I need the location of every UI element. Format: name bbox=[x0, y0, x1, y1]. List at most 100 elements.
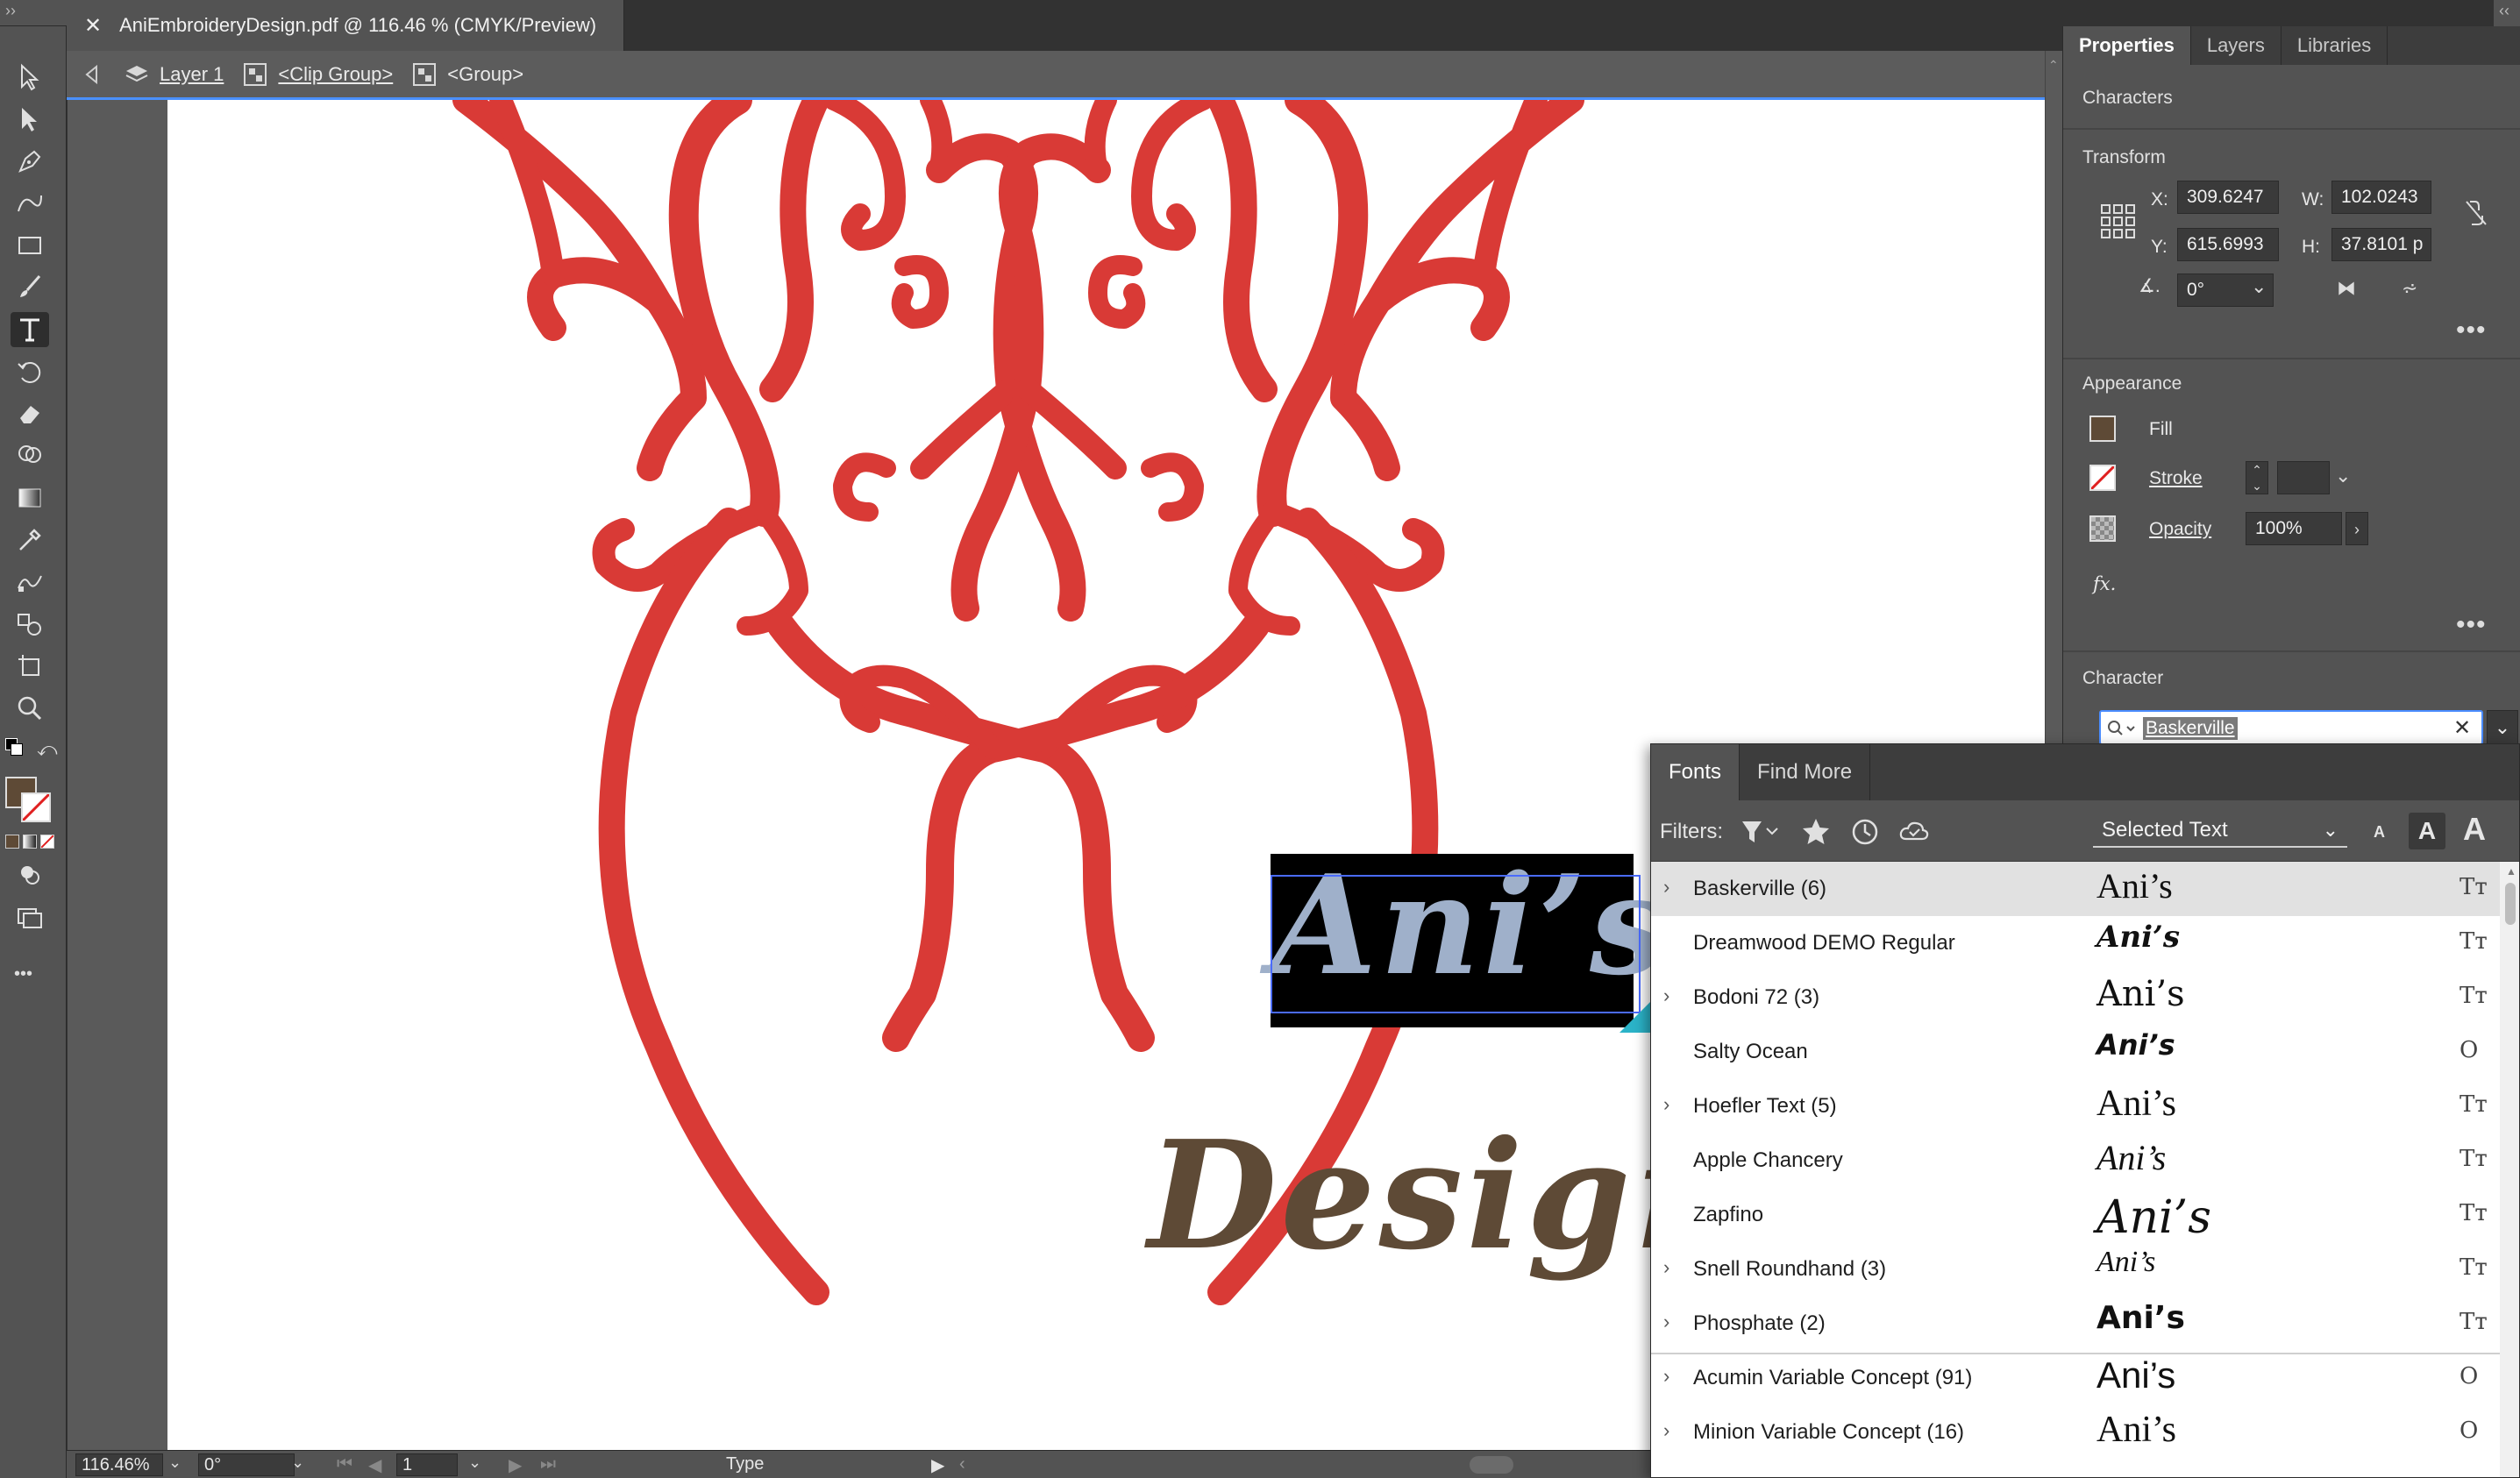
breadcrumb-layer[interactable]: Layer 1 bbox=[125, 62, 224, 87]
font-list-item[interactable]: › Phosphate (2) Ani’s Tт bbox=[1651, 1297, 2500, 1351]
constrain-proportions-link-icon[interactable] bbox=[2463, 198, 2489, 228]
reference-point-icon[interactable] bbox=[2100, 203, 2135, 238]
font-list-item[interactable]: › Hoefler Text (5) Ani’s Tт bbox=[1651, 1079, 2500, 1133]
filter-classification-icon[interactable] bbox=[1739, 816, 1783, 848]
stroke-color-swatch[interactable] bbox=[2089, 465, 2116, 491]
toolbar-collapse-button[interactable]: ›› bbox=[0, 0, 67, 26]
color-mode-buttons[interactable] bbox=[5, 835, 58, 850]
recently-added-clock-icon[interactable] bbox=[1849, 816, 1881, 848]
tab-layers[interactable]: Layers bbox=[2191, 26, 2282, 65]
font-list-item[interactable]: Dreamwood DEMO Regular Ani’s Tт bbox=[1651, 916, 2500, 970]
fill-color-swatch[interactable] bbox=[2089, 416, 2116, 442]
first-artboard-icon[interactable]: ⏮ bbox=[337, 1454, 352, 1474]
tab-fonts[interactable]: Fonts bbox=[1651, 744, 1741, 800]
rectangle-tool[interactable] bbox=[11, 228, 49, 263]
previous-artboard-icon[interactable]: ◀ bbox=[368, 1454, 381, 1476]
sample-size-large-icon[interactable]: A bbox=[2463, 811, 2486, 848]
default-colors-icon[interactable] bbox=[5, 738, 30, 763]
breadcrumb-clip-group[interactable]: <Clip Group> bbox=[243, 62, 393, 87]
opacity-field[interactable]: 100% bbox=[2246, 512, 2342, 545]
edit-toolbar-more-icon[interactable]: ••• bbox=[14, 964, 32, 984]
expand-chevron-icon[interactable]: › bbox=[1663, 1311, 1669, 1333]
font-list-scrollbar[interactable]: ▲ bbox=[2500, 862, 2519, 1477]
close-tab-icon[interactable]: ✕ bbox=[84, 13, 102, 39]
curvature-tool[interactable] bbox=[11, 186, 49, 221]
opacity-expand-icon[interactable]: › bbox=[2346, 512, 2368, 545]
tab-find-more[interactable]: Find More bbox=[1740, 744, 1871, 800]
font-list-dropdown-button[interactable]: ⌄ bbox=[2487, 710, 2518, 745]
clear-search-icon[interactable]: ✕ bbox=[2453, 715, 2471, 741]
transform-more-options-icon[interactable]: ••• bbox=[2456, 316, 2487, 345]
last-artboard-icon[interactable]: ⏭ bbox=[540, 1454, 556, 1474]
paintbrush-tool[interactable] bbox=[11, 270, 49, 305]
height-field[interactable]: 37.8101 p bbox=[2331, 228, 2431, 261]
y-position-field[interactable]: 615.6993 bbox=[2177, 228, 2279, 261]
font-list-item[interactable]: Apple Chancery Ani’s Tт bbox=[1651, 1133, 2500, 1188]
document-tab[interactable]: ✕ AniEmbroideryDesign.pdf @ 116.46 % (CM… bbox=[67, 0, 624, 51]
effects-fx-button[interactable]: fx. bbox=[2093, 573, 2116, 594]
flip-horizontal-icon[interactable]: ⧓ bbox=[2337, 277, 2356, 300]
scroll-thumb[interactable] bbox=[2505, 883, 2516, 925]
zoom-level-field[interactable]: 116.46% bbox=[75, 1453, 163, 1476]
artboard-tool[interactable] bbox=[11, 649, 49, 684]
favorites-star-icon[interactable] bbox=[1800, 816, 1832, 848]
stroke-weight-stepper[interactable]: ⌃ ⌄ bbox=[2246, 461, 2268, 494]
font-list-item[interactable]: › Acumin Variable Concept (91) Ani’s O bbox=[1651, 1351, 2500, 1405]
font-list-item[interactable]: › Baskerville (6) Ani’s Tт bbox=[1651, 862, 2500, 916]
font-list-item[interactable]: › Snell Roundhand (3) Ani’s Tт bbox=[1651, 1242, 2500, 1297]
artboard-dropdown-icon[interactable]: ⌄ bbox=[468, 1453, 481, 1472]
eyedropper-tool[interactable] bbox=[11, 522, 49, 558]
width-field[interactable]: 102.0243 bbox=[2331, 181, 2431, 214]
opacity-label[interactable]: Opacity bbox=[2149, 519, 2211, 540]
scroll-up-icon[interactable]: ⌃ bbox=[2048, 58, 2059, 73]
eraser-tool[interactable] bbox=[11, 396, 49, 431]
sample-size-small-icon[interactable]: A bbox=[2374, 823, 2385, 842]
swap-colors-icon[interactable]: ⤺ bbox=[37, 738, 58, 761]
selection-tool[interactable] bbox=[11, 60, 49, 95]
horizontal-scroll-thumb[interactable] bbox=[1470, 1456, 1513, 1474]
x-position-field[interactable]: 309.6247 bbox=[2177, 181, 2279, 214]
horizontal-scroll-left-icon[interactable]: ‹ bbox=[959, 1454, 965, 1474]
scroll-up-icon[interactable]: ▲ bbox=[2506, 865, 2516, 878]
font-list-item[interactable]: › Minion Variable Concept (16) Ani’s O bbox=[1651, 1405, 2500, 1460]
type-tool[interactable] bbox=[11, 312, 49, 347]
text-overflow-handle-icon[interactable] bbox=[1616, 998, 1651, 1033]
next-artboard-icon[interactable]: ▶ bbox=[509, 1454, 522, 1476]
live-paint-tool[interactable] bbox=[11, 607, 49, 642]
artboard-number-field[interactable]: 1 bbox=[396, 1453, 458, 1476]
activated-fonts-cloud-icon[interactable] bbox=[1898, 816, 1930, 848]
font-list-item[interactable]: Zapfino Ani’s Tт bbox=[1651, 1188, 2500, 1244]
font-list-item[interactable]: › Bodoni 72 (3) Ani’s Tт bbox=[1651, 970, 2500, 1025]
expand-chevron-icon[interactable]: › bbox=[1663, 1093, 1669, 1116]
expand-chevron-icon[interactable]: › bbox=[1663, 1419, 1669, 1442]
appearance-more-options-icon[interactable]: ••• bbox=[2456, 610, 2487, 640]
tab-libraries[interactable]: Libraries bbox=[2282, 26, 2388, 65]
blend-tool[interactable] bbox=[11, 565, 49, 600]
stroke-swatch[interactable] bbox=[21, 792, 51, 822]
flip-vertical-icon[interactable]: ⩫ bbox=[2402, 277, 2417, 300]
shape-builder-tool[interactable] bbox=[11, 438, 49, 473]
direct-selection-tool[interactable] bbox=[11, 102, 49, 137]
screen-mode-tool[interactable] bbox=[11, 899, 49, 934]
rotation-dropdown-icon[interactable]: ⌄ bbox=[291, 1453, 304, 1472]
expand-chevron-icon[interactable]: › bbox=[1663, 1256, 1669, 1279]
panel-collapse-button[interactable]: ‹‹ bbox=[2494, 0, 2520, 26]
stroke-weight-field[interactable] bbox=[2277, 461, 2330, 494]
status-menu-icon[interactable]: ▶ bbox=[931, 1454, 944, 1476]
gradient-tool[interactable] bbox=[11, 480, 49, 515]
show-similar-dropdown[interactable]: Selected Text ⌄ bbox=[2093, 813, 2347, 848]
font-family-search-field[interactable]: Baskerville ✕ bbox=[2099, 710, 2483, 745]
zoom-tool[interactable] bbox=[11, 691, 49, 726]
pen-tool[interactable] bbox=[11, 144, 49, 179]
breadcrumb-group[interactable]: <Group> bbox=[412, 62, 523, 87]
font-list-item[interactable]: Salty Ocean Ani’s O bbox=[1651, 1025, 2500, 1079]
expand-chevron-icon[interactable]: › bbox=[1663, 984, 1669, 1007]
zoom-dropdown-icon[interactable]: ⌄ bbox=[168, 1453, 182, 1472]
rotate-tool[interactable] bbox=[11, 354, 49, 389]
stroke-weight-dropdown-icon[interactable]: ⌄ bbox=[2335, 465, 2351, 487]
rotate-angle-dropdown-icon[interactable]: ⌄ bbox=[2251, 275, 2267, 298]
rotation-field[interactable]: 0° bbox=[198, 1453, 295, 1476]
expand-chevron-icon[interactable]: › bbox=[1663, 876, 1669, 899]
stroke-label[interactable]: Stroke bbox=[2149, 468, 2203, 489]
tab-properties[interactable]: Properties bbox=[2063, 26, 2191, 65]
